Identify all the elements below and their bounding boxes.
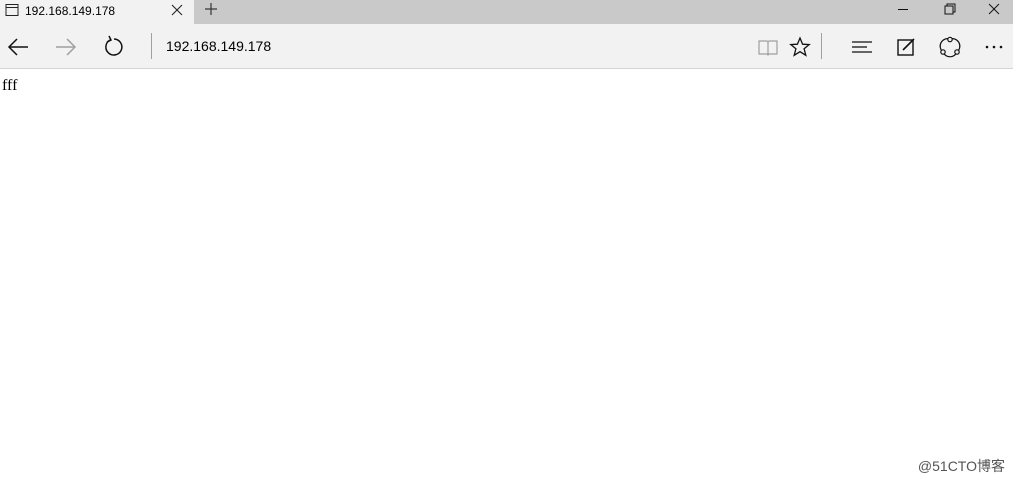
hub-icon[interactable] <box>850 35 874 59</box>
reading-view-icon <box>756 35 780 59</box>
navigation-bar: 192.168.149.178 <box>0 24 1013 69</box>
watermark: @51CTO博客 <box>917 458 1005 474</box>
page-body-text: fff <box>2 77 18 94</box>
restore-icon[interactable] <box>926 0 972 20</box>
more-icon[interactable] <box>982 35 1006 59</box>
star-icon[interactable] <box>788 35 812 59</box>
share-icon[interactable] <box>938 35 962 59</box>
tab-close-icon[interactable] <box>166 1 188 21</box>
address-bar-input[interactable]: 192.168.149.178 <box>166 38 271 54</box>
title-bar: 192.168.149.178 <box>0 0 1013 24</box>
separator <box>821 33 822 59</box>
minimize-icon[interactable] <box>880 0 926 20</box>
web-note-icon[interactable] <box>894 35 918 59</box>
new-tab-plus-icon[interactable] <box>200 0 222 20</box>
back-arrow-icon[interactable] <box>6 35 30 59</box>
tab-title: 192.168.149.178 <box>25 4 116 18</box>
window-close-icon[interactable] <box>967 0 1013 20</box>
page-icon <box>5 3 19 17</box>
refresh-icon[interactable] <box>102 35 126 59</box>
tab-active[interactable]: 192.168.149.178 <box>0 0 194 24</box>
forward-arrow-icon <box>54 35 78 59</box>
separator <box>151 33 152 59</box>
